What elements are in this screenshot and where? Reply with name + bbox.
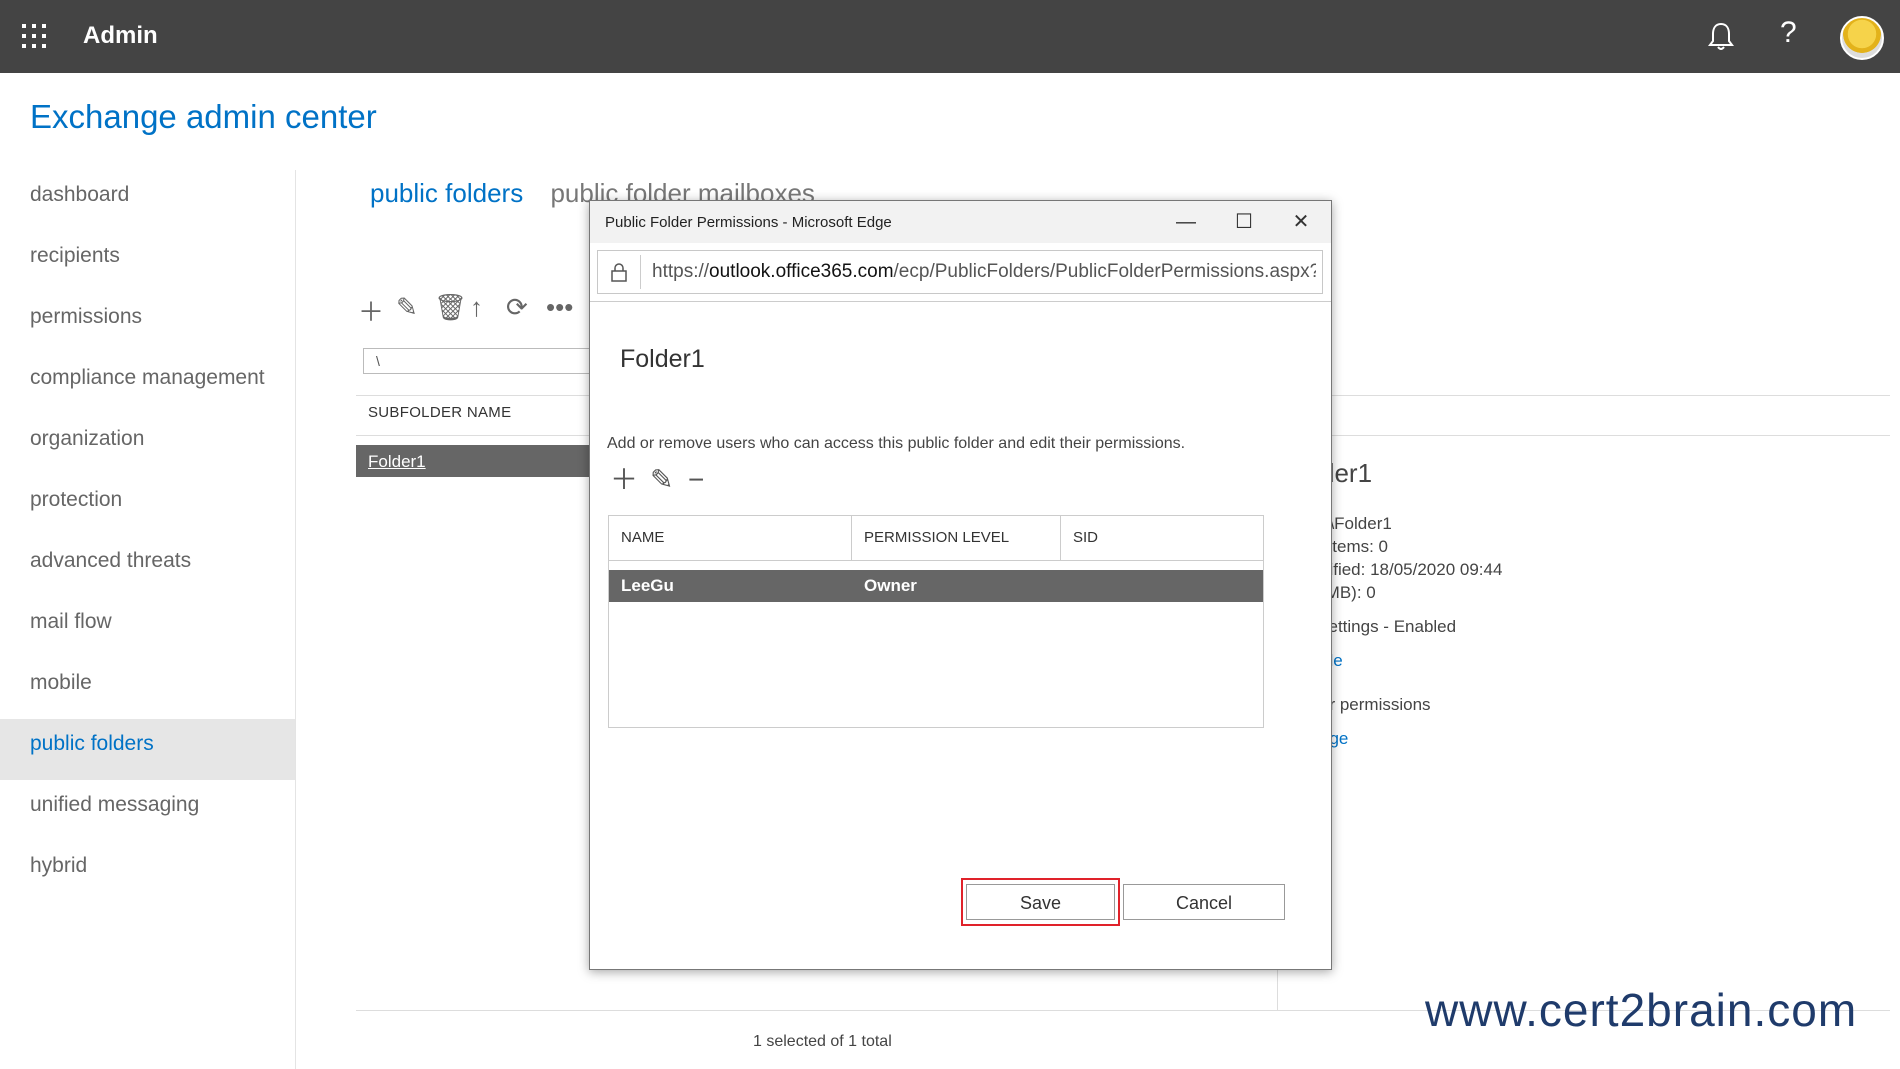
permission-row-name: LeeGu [621,576,674,595]
nav-divider [295,170,296,1069]
details-permissions: er permissions [1320,695,1431,714]
up-arrow-icon[interactable]: ↑ [470,292,483,323]
tab-public-folders[interactable]: public folders [370,178,523,208]
save-button[interactable]: Save [966,884,1115,920]
permissions-dialog-window: Public Folder Permissions - Microsoft Ed… [589,200,1332,970]
top-bar: Admin ? [0,0,1900,73]
subfolder-name-header[interactable]: SUBFOLDER NAME [368,404,511,421]
add-icon[interactable]: ＋ [358,292,384,329]
url-text[interactable]: https://outlook.office365.com/ecp/Public… [652,261,1316,283]
left-nav: dashboard recipients permissions complia… [0,170,295,902]
table-header-line [609,560,1263,561]
delete-trash-icon[interactable]: 🗑 [434,292,467,323]
page-title: Exchange admin center [30,98,377,135]
nav-item-unified-messaging[interactable]: unified messaging [0,780,295,841]
window-content-divider [590,301,1331,302]
permissions-table: NAME PERMISSION LEVEL SID LeeGu Owner [608,515,1264,728]
name-column-header[interactable]: NAME [609,516,852,560]
lock-icon [611,263,627,282]
nav-item-public-folders[interactable]: public folders [0,719,295,780]
nav-item-protection[interactable]: protection [0,475,295,536]
table-row[interactable]: LeeGu Owner [609,570,1263,602]
add-user-icon[interactable]: ＋ [610,465,638,495]
help-icon[interactable]: ? [1780,16,1797,50]
nav-item-recipients[interactable]: recipients [0,231,295,292]
permission-row-level: Owner [864,576,917,595]
nav-item-dashboard[interactable]: dashboard [0,170,295,231]
url-path: /ecp/PublicFolders/PublicFolderPermissio… [893,261,1316,282]
nav-item-mail-flow[interactable]: mail flow [0,597,295,658]
app-launcher-icon[interactable] [22,24,46,48]
nav-item-advanced-threats[interactable]: advanced threats [0,536,295,597]
url-prefix: https:// [652,261,710,282]
url-host: outlook.office365.com [709,261,894,282]
nav-item-organization[interactable]: organization [0,414,295,475]
subfolder-name-cell[interactable]: Folder1 [368,452,426,472]
selection-count: 1 selected of 1 total [753,1033,892,1050]
nav-item-compliance-management[interactable]: compliance management [0,353,295,414]
app-title[interactable]: Admin [83,22,158,50]
nav-item-mobile[interactable]: mobile [0,658,295,719]
nav-item-permissions[interactable]: permissions [0,292,295,353]
remove-user-icon[interactable]: − [688,465,704,495]
table-row[interactable]: Folder1 [356,445,596,477]
edit-pencil-icon[interactable]: ✎ [396,292,418,323]
sid-column-header[interactable]: SID [1061,516,1263,560]
maximize-icon[interactable]: ☐ [1224,208,1264,236]
notifications-bell-icon[interactable] [1706,20,1736,52]
window-title-bar[interactable]: Public Folder Permissions - Microsoft Ed… [590,201,1331,243]
minimize-icon[interactable]: — [1166,208,1206,236]
watermark-text: www.cert2brain.com [1425,984,1858,1036]
close-icon[interactable]: ✕ [1281,208,1321,236]
folder-path-input[interactable] [363,348,593,374]
details-modified: dified: 18/05/2020 09:44 [1320,560,1503,579]
more-options-icon[interactable]: ••• [546,292,573,323]
dialog-folder-name: Folder1 [620,345,705,373]
address-bar[interactable]: https://outlook.office365.com/ecp/Public… [597,250,1323,294]
nav-item-hybrid[interactable]: hybrid [0,841,295,902]
dialog-instruction: Add or remove users who can access this … [607,435,1186,452]
window-title: Public Folder Permissions - Microsoft Ed… [605,214,892,231]
address-bar-divider [640,255,641,289]
permission-level-column-header[interactable]: PERMISSION LEVEL [852,516,1061,560]
user-avatar[interactable] [1840,16,1884,60]
details-settings: settings - Enabled [1320,617,1457,636]
edit-permission-icon[interactable]: ✎ [650,465,673,495]
cancel-button[interactable]: Cancel [1123,884,1285,920]
refresh-icon[interactable]: ⟳ [506,292,528,323]
